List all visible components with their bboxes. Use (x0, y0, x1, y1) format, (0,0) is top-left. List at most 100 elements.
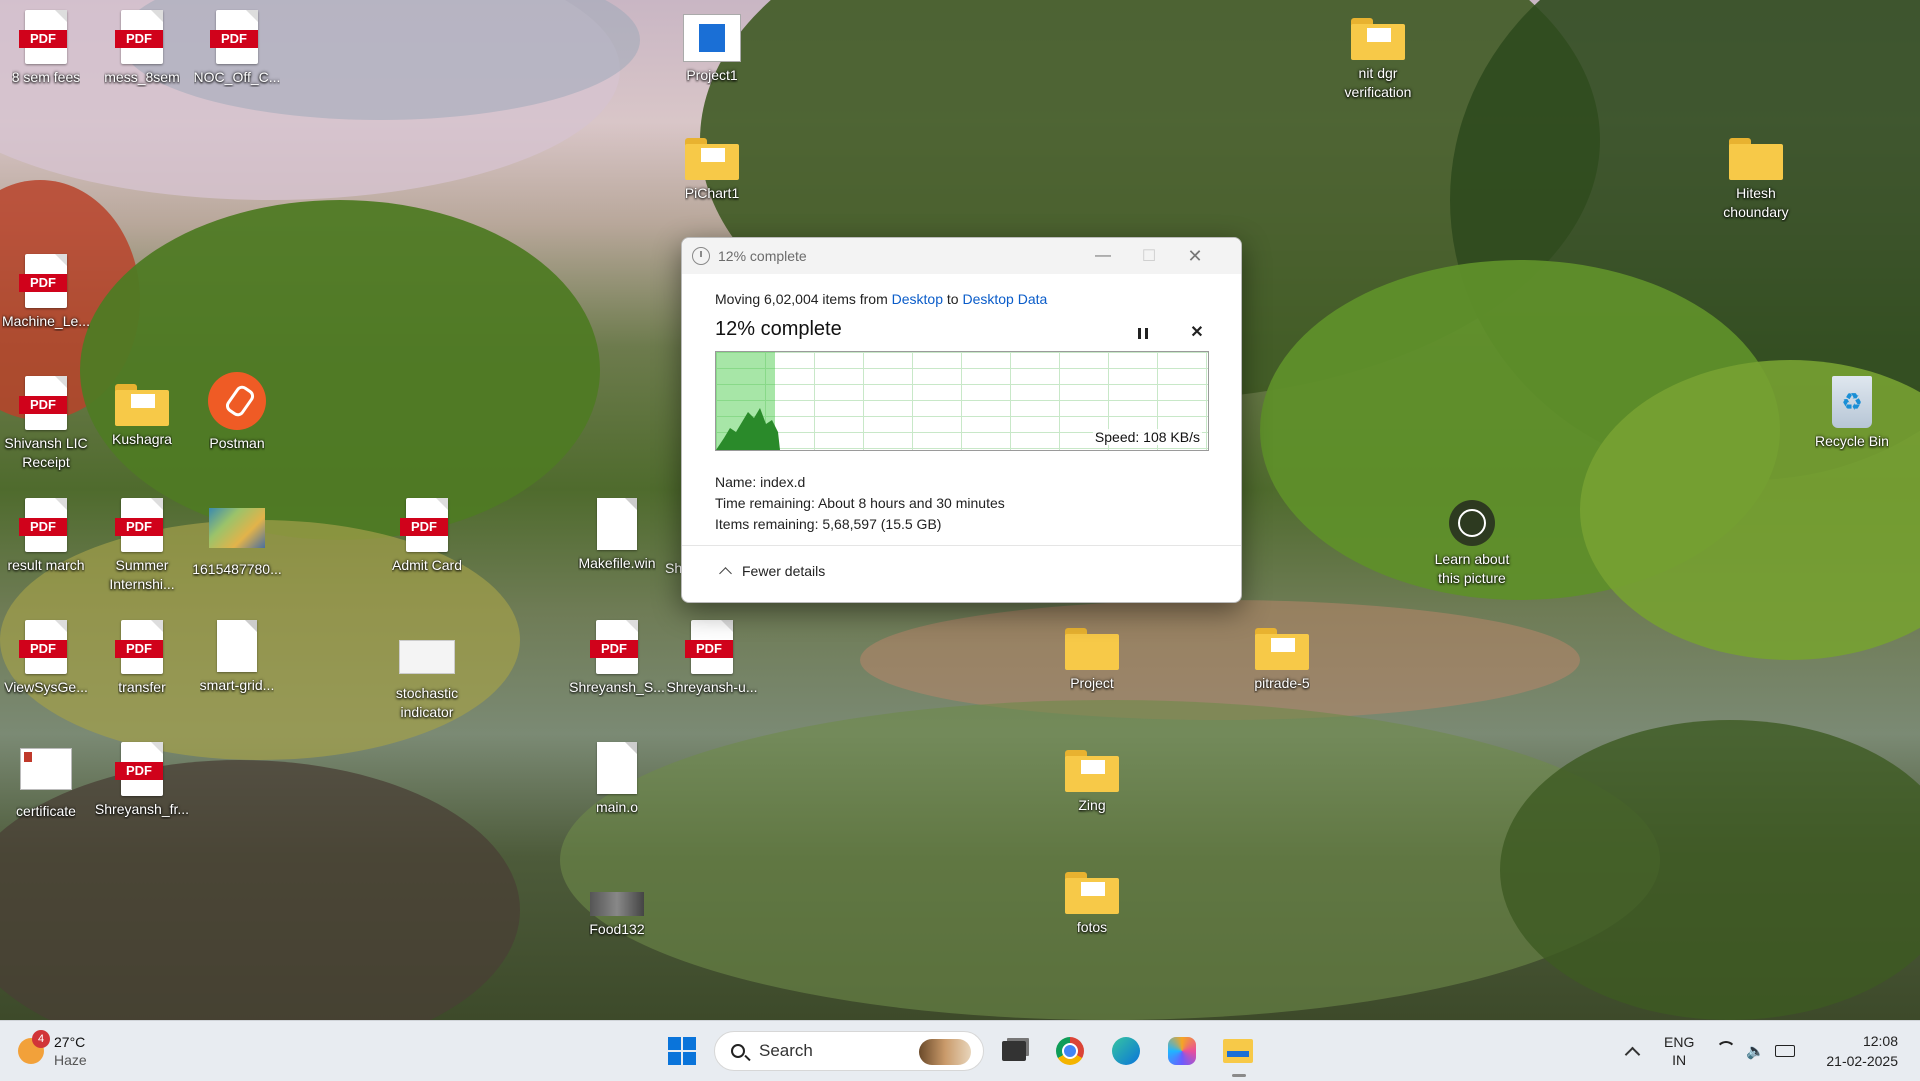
dialog-title: 12% complete (718, 248, 807, 264)
file-name: Name: index.d (715, 474, 806, 490)
desktop-icon-nit-dgr-verification[interactable]: nit dgr verification (1330, 10, 1426, 102)
moving-prefix: Moving 6,02,004 items from (715, 291, 888, 307)
pdf-file-icon: PDF (115, 498, 163, 552)
desktop-icon-stochastic-indicator[interactable]: stochastic indicator (379, 640, 475, 722)
folder-icon (1065, 872, 1119, 914)
desktop-icon-summer-internship[interactable]: PDF Summer Internshi... (94, 498, 190, 594)
postman-icon (208, 372, 266, 430)
folder-icon (1351, 18, 1405, 60)
desktop-icon-shreyansh-u[interactable]: PDF Shreyansh-u... (664, 620, 760, 697)
project-app-icon (683, 14, 741, 62)
file-icon (597, 742, 637, 794)
file-explorer-button[interactable] (1218, 1031, 1258, 1077)
chevron-up-icon (719, 566, 732, 580)
desktop-icon-recycle-bin[interactable]: ♻ Recycle Bin (1804, 376, 1900, 451)
search-box[interactable]: Search (714, 1031, 984, 1071)
clock-icon (692, 247, 710, 265)
desktop-icon-image-1615487780[interactable]: 1615487780... (189, 508, 285, 579)
desktop-icon-learn-about-picture[interactable]: Learn about this picture (1424, 500, 1520, 588)
chrome-button[interactable] (1050, 1031, 1090, 1071)
desktop-icon-label: Project1 (686, 67, 738, 83)
desktop-icon-certificate[interactable]: certificate (0, 748, 94, 821)
desktop-icon-admit-card[interactable]: PDF Admit Card (379, 498, 475, 575)
desktop-icon-viewsysge[interactable]: PDF ViewSysGe... (0, 620, 94, 697)
desktop-icon-machine-le[interactable]: PDF Machine_Le... (0, 254, 94, 331)
desktop-icon-8-sem-fees[interactable]: PDF 8 sem fees (0, 10, 94, 87)
desktop-icon-label: Machine_Le... (2, 313, 90, 329)
desktop-icon-label: Shreyansh_fr... (94, 801, 190, 817)
fewer-details-button[interactable]: Fewer details (715, 563, 825, 580)
pdf-file-icon: PDF (210, 10, 258, 64)
clock[interactable]: 12:08 21-02-2025 (1814, 1021, 1898, 1081)
folder-icon (1255, 628, 1309, 670)
desktop-icon-project-folder[interactable]: Project (1044, 620, 1140, 693)
destination-link[interactable]: Desktop Data (962, 291, 1047, 307)
desktop-icon-label: NOC_Off_C... (193, 69, 281, 85)
image-thumbnail-icon (590, 892, 644, 916)
file-icon (217, 620, 257, 672)
desktop-icon-main-o[interactable]: main.o (569, 742, 665, 817)
pdf-file-icon: PDF (115, 620, 163, 674)
desktop-icon-pichart1[interactable]: PiChart1 (664, 130, 760, 203)
search-icon (731, 1044, 745, 1058)
task-view-button[interactable] (994, 1031, 1034, 1071)
desktop-icon-fotos[interactable]: fotos (1044, 864, 1140, 937)
edge-button[interactable] (1106, 1031, 1146, 1071)
desktop-icon-label: Summer Internshi... (109, 557, 175, 592)
desktop-icon-makefile-win[interactable]: Makefile.win (569, 498, 665, 573)
desktop-icon-label: Learn about this picture (1434, 551, 1510, 586)
chevron-up-icon (1624, 1046, 1640, 1062)
desktop-icon-smart-grid[interactable]: smart-grid... (189, 620, 285, 695)
desktop-icon-food132[interactable]: Food132 (569, 892, 665, 939)
start-button[interactable] (662, 1031, 702, 1071)
image-thumbnail-icon (209, 508, 265, 548)
desktop-icon-label: Project (1070, 675, 1114, 691)
desktop-icon-pitrade-5[interactable]: pitrade-5 (1234, 620, 1330, 693)
desktop-icon-kushagra[interactable]: Kushagra (94, 376, 190, 449)
desktop-icon-hitesh-choundary[interactable]: Hitesh choundary (1708, 130, 1804, 222)
desktop-icon-postman[interactable]: Postman (189, 372, 285, 453)
pause-button[interactable] (1130, 320, 1156, 346)
chrome-icon (1056, 1037, 1084, 1065)
cancel-button[interactable]: ✕ (1184, 320, 1210, 346)
copilot-button[interactable] (1162, 1031, 1202, 1071)
desktop-icon-transfer[interactable]: PDF transfer (94, 620, 190, 697)
desktop-icon-shivansh-lic-receipt[interactable]: PDF Shivansh LIC Receipt (0, 376, 94, 472)
folder-icon (1729, 138, 1783, 180)
battery-icon (1774, 1045, 1795, 1057)
folder-icon (1065, 750, 1119, 792)
active-indicator (1232, 1074, 1246, 1077)
file-move-progress-dialog: 12% complete — ☐ ✕ Moving 6,02,004 items… (681, 237, 1242, 603)
dialog-titlebar[interactable]: 12% complete — ☐ ✕ (682, 238, 1241, 274)
desktop-icon-label: Shivansh LIC Receipt (4, 435, 88, 470)
language-indicator[interactable]: ENG IN (1664, 1021, 1694, 1081)
desktop-icon-shreyansh-s[interactable]: PDF Shreyansh_S... (569, 620, 665, 697)
quick-settings-button[interactable]: 🔈 (1716, 1021, 1795, 1081)
source-link[interactable]: Desktop (892, 291, 943, 307)
desktop-icon-label: Admit Card (391, 557, 463, 573)
desktop-icon-zing[interactable]: Zing (1044, 742, 1140, 815)
moving-to: to (946, 291, 959, 307)
desktop-icon-noc[interactable]: PDF NOC_Off_C... (189, 10, 285, 87)
pdf-file-icon: PDF (19, 620, 67, 674)
show-hidden-icons-button[interactable] (1620, 1021, 1644, 1081)
pdf-file-icon: PDF (590, 620, 638, 674)
taskbar: 4 27°C Haze Search ENG IN 🔈 12:08 21-02-… (0, 1020, 1920, 1081)
minimize-button[interactable]: — (1080, 238, 1126, 274)
edge-icon (1112, 1037, 1140, 1065)
desktop-icon-label: mess_8sem (104, 69, 180, 85)
desktop-icon-label: Shreyansh_S... (569, 679, 665, 695)
file-icon (597, 498, 637, 550)
close-button[interactable]: ✕ (1172, 238, 1218, 274)
search-placeholder: Search (759, 1041, 813, 1060)
desktop-icon-label-partial[interactable]: Sh (665, 560, 682, 576)
desktop-icon-label: smart-grid... (199, 677, 275, 693)
desktop-icon-label: main.o (595, 799, 639, 815)
weather-widget[interactable]: 4 27°C Haze (18, 1030, 108, 1071)
desktop-icon-mess-8sem[interactable]: PDF mess_8sem (94, 10, 190, 87)
desktop-icon-result-march[interactable]: PDF result march (0, 498, 94, 575)
desktop-icon-shreyansh-fr[interactable]: PDF Shreyansh_fr... (94, 742, 190, 819)
pdf-file-icon: PDF (19, 10, 67, 64)
desktop-icon-project1[interactable]: Project1 (664, 10, 760, 85)
wifi-icon (1716, 1041, 1736, 1061)
